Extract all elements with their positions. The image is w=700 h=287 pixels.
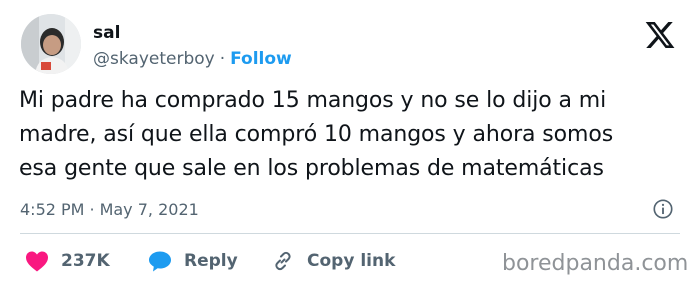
tweet-line: Mi padre ha comprado 15 mangos y no se l… bbox=[19, 88, 607, 113]
tweet-date: May 7, 2021 bbox=[99, 200, 199, 219]
author-handle-row: @skayeterboy · Follow bbox=[93, 49, 292, 69]
tweet-time: 4:52 PM bbox=[20, 200, 85, 219]
tweet-line: madre, así que ella compró 10 mangos y a… bbox=[19, 122, 614, 147]
reply-button[interactable]: Reply bbox=[148, 248, 238, 274]
author-handle[interactable]: @skayeterboy bbox=[93, 49, 215, 69]
author-name[interactable]: sal bbox=[93, 23, 120, 43]
like-button[interactable]: 237K bbox=[25, 248, 110, 274]
watermark: boredpanda.com bbox=[502, 251, 689, 276]
link-icon bbox=[275, 251, 291, 271]
divider bbox=[20, 233, 680, 234]
avatar-photo bbox=[21, 14, 81, 74]
heart-icon bbox=[26, 251, 48, 272]
info-icon[interactable] bbox=[652, 198, 674, 220]
tweet-text: Mi padre ha comprado 15 mangos y no se l… bbox=[19, 84, 684, 186]
copy-link-label: Copy link bbox=[307, 251, 396, 271]
copy-link-button[interactable]: Copy link bbox=[271, 248, 395, 274]
like-count: 237K bbox=[61, 251, 110, 271]
follow-button[interactable]: Follow bbox=[230, 49, 292, 69]
tweet-line: esa gente que sale en los problemas de m… bbox=[19, 156, 604, 181]
speech-bubble-icon bbox=[149, 251, 171, 272]
avatar[interactable] bbox=[21, 14, 81, 74]
reply-label: Reply bbox=[184, 251, 238, 271]
tweet-timestamp[interactable]: 4:52 PM · May 7, 2021 bbox=[20, 200, 199, 219]
x-logo-icon[interactable] bbox=[644, 19, 676, 51]
handle-separator: · bbox=[219, 49, 226, 69]
timestamp-separator: · bbox=[89, 200, 95, 219]
